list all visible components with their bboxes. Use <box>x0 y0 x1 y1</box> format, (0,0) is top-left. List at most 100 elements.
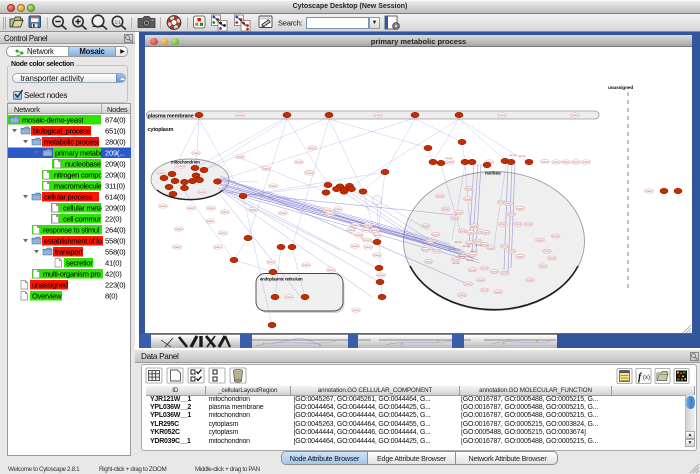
svg-text:establishment of lo: establishment of lo <box>44 237 102 246</box>
svg-text:1:1: 1:1 <box>115 19 121 24</box>
svg-text:(xxxx): (xxxx) <box>215 245 222 249</box>
svg-text:(xxxx): (xxxx) <box>237 155 244 159</box>
svg-text:xx-xx: xx-xx <box>519 154 526 158</box>
svg-text:(xxxx): (xxxx) <box>469 254 476 257</box>
svg-text:22(0): 22(0) <box>105 215 122 224</box>
svg-text:(xxxx): (xxxx) <box>286 295 293 299</box>
svg-text:(xxxx): (xxxx) <box>505 202 512 205</box>
svg-text:nucleus: nucleus <box>485 171 501 176</box>
svg-text:(xxxx): (xxxx) <box>270 184 277 188</box>
svg-text:(xxxx): (xxxx) <box>491 271 498 274</box>
svg-text:(xxxx): (xxxx) <box>363 228 370 232</box>
svg-text:(xxxx): (xxxx) <box>572 113 579 117</box>
svg-text:8(0): 8(0) <box>105 292 118 301</box>
svg-text:(xxxx): (xxxx) <box>459 294 466 297</box>
svg-text:(xxxx): (xxxx) <box>549 257 556 260</box>
svg-text:(xxxx): (xxxx) <box>499 113 506 117</box>
svg-text:(xxxx): (xxxx) <box>481 289 488 292</box>
svg-text:(xxxx): (xxxx) <box>459 230 466 233</box>
svg-text:209(0): 209(0) <box>105 204 126 213</box>
svg-text:(xxxx): (xxxx) <box>447 160 454 164</box>
svg-text:(xxxx): (xxxx) <box>188 206 195 210</box>
svg-text:(xxxx): (xxxx) <box>563 160 570 164</box>
svg-text:xx-xx: xx-xx <box>467 258 474 262</box>
svg-text:unassigned: unassigned <box>32 281 68 290</box>
svg-text:(xxxx): (xxxx) <box>542 160 549 164</box>
svg-text:(xxxx): (xxxx) <box>508 250 515 253</box>
svg-text:(xxxx): (xxxx) <box>207 219 214 223</box>
svg-text:(xxxx): (xxxx) <box>378 273 385 277</box>
svg-text:xx-xx: xx-xx <box>453 261 460 265</box>
svg-text:(xxxx): (xxxx) <box>442 208 449 211</box>
svg-text:response to stimul: response to stimul <box>43 226 100 235</box>
svg-text:(xxxx): (xxxx) <box>501 245 508 248</box>
svg-text:209(0): 209(0) <box>105 160 126 169</box>
svg-text:nucleobase-: nucleobase- <box>65 160 104 169</box>
svg-text:311(0): 311(0) <box>105 182 126 191</box>
svg-text:(xxxx): (xxxx) <box>268 260 275 264</box>
svg-text:xx-xx: xx-xx <box>459 254 466 258</box>
svg-text:(xxxx): (xxxx) <box>471 225 478 228</box>
svg-text:mosaic-demo-yeast: mosaic-demo-yeast <box>22 116 84 125</box>
svg-text:(x): (x) <box>643 375 650 381</box>
svg-text:(xxxx): (xxxx) <box>469 269 476 272</box>
svg-text:(xxxx): (xxxx) <box>249 208 256 212</box>
svg-text:transport: transport <box>55 248 83 257</box>
svg-text:biological_process: biological_process <box>33 127 91 136</box>
svg-text:secretion: secretion <box>66 259 94 268</box>
svg-text:primary metabo: primary metabo <box>55 149 104 158</box>
svg-text:(xxxx): (xxxx) <box>478 279 485 282</box>
svg-text:(xxxx): (xxxx) <box>193 151 200 155</box>
svg-text:Overview: Overview <box>32 292 62 301</box>
svg-text:(xxxx): (xxxx) <box>508 213 515 216</box>
svg-text:xx-xx: xx-xx <box>449 247 456 251</box>
svg-text:(xxxx): (xxxx) <box>456 211 463 214</box>
svg-text:(xxxx): (xxxx) <box>646 189 653 193</box>
svg-text:264(0): 264(0) <box>105 226 126 235</box>
svg-text:(xxxx): (xxxx) <box>527 279 534 282</box>
svg-text:(xxxx): (xxxx) <box>465 283 472 286</box>
svg-text:(xxxx): (xxxx) <box>481 267 488 270</box>
svg-text:(xxxx): (xxxx) <box>364 238 371 242</box>
svg-text:(xxxx): (xxxx) <box>537 239 544 242</box>
svg-text:(xxxx): (xxxx) <box>434 250 441 253</box>
svg-text:(xxxx): (xxxx) <box>425 260 432 263</box>
svg-text:(xxxx): (xxxx) <box>365 223 372 227</box>
svg-text:209(0): 209(0) <box>105 171 126 180</box>
svg-text:(xxxx): (xxxx) <box>158 171 165 175</box>
svg-text:(xxxx): (xxxx) <box>517 207 524 210</box>
svg-text:(xxxx): (xxxx) <box>160 204 167 208</box>
svg-text:651(0): 651(0) <box>105 127 126 136</box>
svg-text:(xxxx): (xxxx) <box>280 211 287 215</box>
svg-text:(xxxx): (xxxx) <box>356 233 363 237</box>
svg-text:(xxxx): (xxxx) <box>309 146 316 150</box>
svg-text:280(0): 280(0) <box>105 138 126 147</box>
svg-text:(xxxx): (xxxx) <box>468 232 475 235</box>
svg-text:cellular metabo: cellular metabo <box>63 204 110 213</box>
svg-text:874(0): 874(0) <box>105 116 126 125</box>
svg-text:(xxxx): (xxxx) <box>178 164 185 168</box>
svg-text:(xxxx): (xxxx) <box>328 268 335 272</box>
svg-text:Search:: Search: <box>278 19 303 28</box>
svg-text:xx-xx: xx-xx <box>471 249 478 253</box>
svg-text:(xxxx): (xxxx) <box>552 235 559 238</box>
svg-text:(xxxx): (xxxx) <box>371 228 378 232</box>
svg-text:(xxxx): (xxxx) <box>307 171 314 175</box>
svg-text:(xxxx): (xxxx) <box>176 227 183 231</box>
svg-text:endoplasmic reticulum: endoplasmic reticulum <box>260 277 303 282</box>
svg-text:(xxxx): (xxxx) <box>375 113 382 117</box>
svg-text:(xxxx): (xxxx) <box>495 291 502 294</box>
svg-text:(xxxx): (xxxx) <box>437 195 444 198</box>
svg-text:(xxxx): (xxxx) <box>348 228 355 232</box>
svg-text:(xxxx): (xxxx) <box>517 255 524 258</box>
svg-text:metabolic process: metabolic process <box>44 138 101 147</box>
svg-text:(xxxx): (xxxx) <box>263 167 270 171</box>
svg-text:(xxxx): (xxxx) <box>208 206 215 210</box>
svg-text:nitrogen compo: nitrogen compo <box>54 171 102 180</box>
svg-text:(xxxx): (xxxx) <box>222 210 229 214</box>
svg-text:mitochondrion: mitochondrion <box>171 160 200 165</box>
svg-text:(xxxx): (xxxx) <box>540 265 547 268</box>
svg-text:multi-organism pro: multi-organism pro <box>43 270 101 279</box>
svg-text:(xxxx): (xxxx) <box>583 160 590 164</box>
svg-text:41(0): 41(0) <box>105 259 122 268</box>
